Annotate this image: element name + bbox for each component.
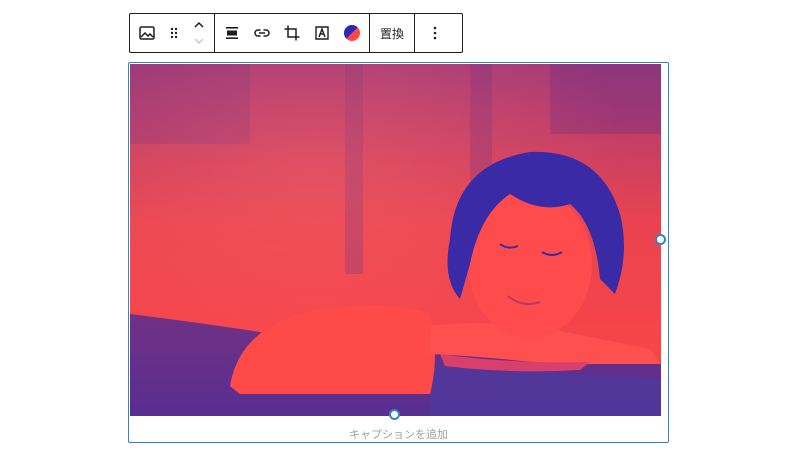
toolbar-group-block	[130, 14, 215, 52]
drag-handle-button[interactable]	[162, 15, 186, 51]
duotone-icon	[343, 24, 360, 41]
text-overlay-button[interactable]	[307, 15, 337, 51]
crop-button[interactable]	[277, 15, 307, 51]
move-up-button[interactable]	[186, 17, 212, 33]
block-mover	[186, 15, 212, 51]
more-options-button[interactable]	[417, 15, 453, 51]
toolbar-group-replace: 置換	[370, 14, 415, 52]
caption-field[interactable]: キャプションを追加	[129, 426, 668, 442]
move-down-button[interactable]	[186, 33, 212, 49]
block-toolbar: 置換	[129, 13, 463, 53]
chevron-up-icon	[194, 21, 204, 28]
toolbar-group-tools	[215, 14, 370, 52]
drag-handle-icon	[170, 27, 178, 39]
duotone-image[interactable]	[130, 64, 661, 416]
chevron-down-icon	[194, 38, 204, 45]
align-icon	[226, 27, 238, 39]
link-icon	[254, 29, 270, 37]
image-icon	[139, 26, 155, 40]
text-overlay-icon	[315, 26, 329, 40]
replace-button[interactable]: 置換	[372, 15, 412, 51]
duotone-button[interactable]	[337, 15, 367, 51]
resize-handle-bottom[interactable]	[389, 409, 400, 420]
align-button[interactable]	[217, 15, 247, 51]
block-type-button[interactable]	[132, 15, 162, 51]
crop-icon	[284, 25, 300, 41]
toolbar-group-options	[415, 14, 455, 52]
link-button[interactable]	[247, 15, 277, 51]
image-block[interactable]: キャプションを追加	[128, 62, 669, 443]
resize-handle-right[interactable]	[655, 234, 666, 245]
more-options-icon	[433, 26, 437, 40]
